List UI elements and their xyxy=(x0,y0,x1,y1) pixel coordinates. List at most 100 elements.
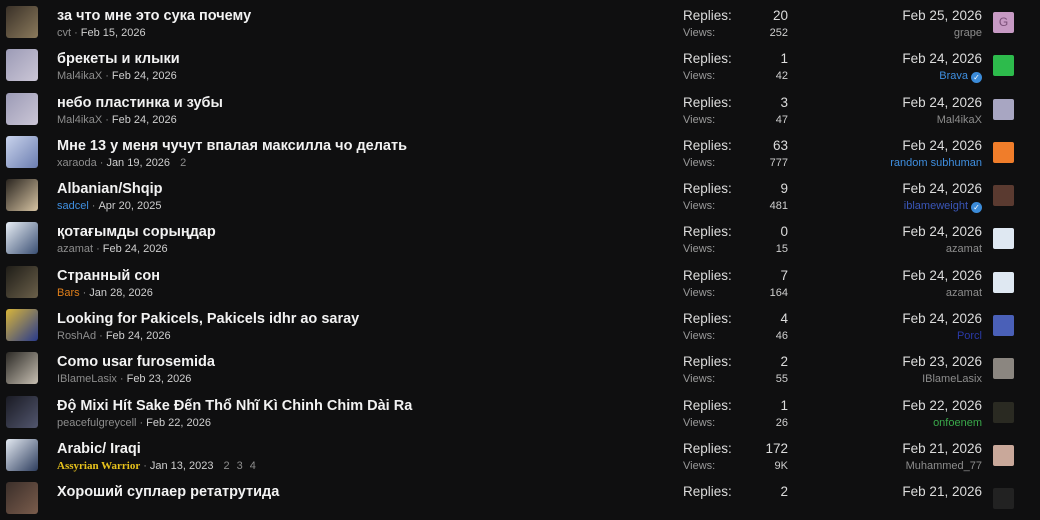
thread-row: за что мне это сука почему cvt · Feb 15, 20… xyxy=(0,0,1040,43)
last-post-date-link[interactable]: Feb 24, 2026 xyxy=(902,268,982,283)
thread-title-link[interactable]: Độ Mixi Hít Sake Đến Thổ Nhĩ Kì Chinh Ch… xyxy=(57,398,412,414)
meta-separator: · xyxy=(96,243,100,256)
last-poster-link[interactable]: IBlameLasix xyxy=(922,373,982,385)
author-avatar[interactable] xyxy=(6,6,38,38)
thread-author-link[interactable]: IBlameLasix xyxy=(57,373,117,385)
author-avatar[interactable] xyxy=(6,49,38,82)
last-post-date-link[interactable]: Feb 23, 2026 xyxy=(902,354,982,369)
views-label: Views: xyxy=(683,286,716,299)
views-count: 481 xyxy=(769,200,788,213)
views-count: 42 xyxy=(775,70,788,83)
thread-title-link[interactable]: қотағымды сорыңдар xyxy=(57,224,216,240)
thread-title-link[interactable]: небо пластинка и зубы xyxy=(57,95,223,111)
thread-author-link[interactable]: peacefulgreycell xyxy=(57,417,137,429)
last-post-date-link[interactable]: Feb 21, 2026 xyxy=(902,484,982,499)
thread-author-link[interactable]: azamat xyxy=(57,243,93,255)
last-poster-avatar[interactable] xyxy=(993,55,1014,77)
thread-author-link[interactable]: xaraoda xyxy=(57,157,97,169)
last-poster-name: azamat xyxy=(945,286,982,299)
page-link[interactable]: 2 xyxy=(224,460,230,472)
thread-title-link[interactable]: за что мне это сука почему xyxy=(57,8,251,24)
last-post-date-link[interactable]: Feb 24, 2026 xyxy=(902,311,982,326)
thread-author-link[interactable]: sadcel xyxy=(57,200,89,212)
thread-title-link[interactable]: Arabic/ Iraqi xyxy=(57,441,141,457)
replies-label: Replies: xyxy=(683,484,732,500)
last-poster-avatar[interactable] xyxy=(993,358,1014,380)
replies-label: Replies: xyxy=(683,8,732,23)
views-label: Views: xyxy=(683,113,716,126)
last-poster-avatar[interactable] xyxy=(993,271,1014,293)
author-avatar[interactable] xyxy=(6,309,38,342)
page-links: 234 xyxy=(224,460,263,472)
thread-start-date: Feb 24, 2026 xyxy=(105,330,171,343)
last-poster-avatar[interactable] xyxy=(993,185,1014,207)
last-post-date-link[interactable]: Feb 22, 2026 xyxy=(902,398,982,413)
thread-author-link[interactable]: Mal4ikaX xyxy=(57,70,102,82)
page-link[interactable]: 2 xyxy=(180,157,186,169)
author-avatar[interactable] xyxy=(6,222,38,255)
author-avatar[interactable] xyxy=(6,92,38,125)
author-avatar[interactable] xyxy=(6,265,38,298)
last-post-date-link[interactable]: Feb 24, 2026 xyxy=(902,181,982,196)
last-post-date-link[interactable]: Feb 21, 2026 xyxy=(902,441,982,456)
last-poster-avatar[interactable]: G xyxy=(993,12,1014,33)
last-post-date-link[interactable]: Feb 24, 2026 xyxy=(902,51,982,66)
thread-author-link[interactable]: RoshAd xyxy=(57,330,96,342)
thread-title-link[interactable]: Albanian/Shqip xyxy=(57,181,163,197)
meta-separator: · xyxy=(99,156,104,169)
views-count: 777 xyxy=(769,156,788,169)
thread-row: Arabic/ Iraqi Assyrian Warrior · Jan 13, 20… xyxy=(0,433,1040,476)
last-poster-link[interactable]: iblameweight ✓ xyxy=(904,200,982,214)
last-post-date-link[interactable]: Feb 25, 2026 xyxy=(902,8,982,23)
author-avatar[interactable] xyxy=(6,438,38,471)
page-link[interactable]: 4 xyxy=(250,460,256,472)
meta-separator: · xyxy=(91,200,96,213)
thread-author-link[interactable]: cvt xyxy=(57,27,71,39)
last-poster-avatar[interactable] xyxy=(993,141,1014,163)
author-avatar[interactable] xyxy=(6,179,38,212)
author-avatar[interactable] xyxy=(6,395,38,428)
author-avatar[interactable] xyxy=(6,135,38,168)
thread-title-link[interactable]: Странный сон xyxy=(57,268,160,284)
last-poster-link[interactable]: Mal4ikaX xyxy=(937,114,982,126)
last-poster-avatar[interactable] xyxy=(993,444,1014,466)
last-poster-link[interactable]: onfoenem xyxy=(933,417,982,429)
views-count: 55 xyxy=(775,373,788,386)
thread-title-link[interactable]: Мне 13 у меня чучут впалая максилла чо д… xyxy=(57,138,407,154)
thread-list: за что мне это сука почему cvt · Feb 15, 20… xyxy=(0,0,1040,520)
author-avatar[interactable] xyxy=(6,482,38,515)
last-poster-link[interactable]: Porcl xyxy=(957,330,982,342)
thread-start-date: Jan 28, 2026 xyxy=(89,286,153,299)
replies-count: 1 xyxy=(780,51,788,67)
last-poster-avatar[interactable] xyxy=(993,98,1014,120)
replies-count: 2 xyxy=(780,354,788,370)
replies-count: 172 xyxy=(765,440,788,456)
last-poster-link[interactable]: grape xyxy=(954,27,982,39)
page-link[interactable]: 3 xyxy=(237,460,243,472)
thread-title-link[interactable]: Looking for Pakicels, Pakicels idhr ao s… xyxy=(57,311,359,327)
last-poster-name: Muhammed_77 xyxy=(905,459,982,472)
last-poster-avatar[interactable] xyxy=(993,401,1014,423)
thread-author-link[interactable]: Mal4ikaX xyxy=(57,114,102,126)
thread-title-link[interactable]: Хороший суплаер ретатрутида xyxy=(57,484,279,500)
last-post-date-link[interactable]: Feb 24, 2026 xyxy=(902,224,982,239)
last-post-date-link[interactable]: Feb 24, 2026 xyxy=(902,138,982,153)
thread-title-link[interactable]: брекеты и клыки xyxy=(57,51,180,67)
replies-count: 4 xyxy=(780,311,788,327)
last-poster-avatar[interactable] xyxy=(993,488,1014,510)
thread-row: Albanian/Shqip sadcel · Apr 20, 2025 Replies… xyxy=(0,173,1040,216)
thread-meta: IBlameLasix · Feb 23, 2026 xyxy=(57,373,191,385)
last-poster-link[interactable]: azamat xyxy=(946,243,982,255)
replies-count: 7 xyxy=(780,267,788,283)
last-poster-avatar[interactable] xyxy=(993,315,1014,337)
author-avatar[interactable] xyxy=(6,352,38,385)
thread-author-link[interactable]: Bars xyxy=(57,287,80,299)
last-poster-link[interactable]: Brava ✓ xyxy=(939,70,982,84)
last-post-date-link[interactable]: Feb 24, 2026 xyxy=(902,95,982,110)
last-poster-avatar[interactable] xyxy=(993,228,1014,250)
thread-author-link[interactable]: Assyrian Warrior xyxy=(57,460,140,472)
last-poster-link[interactable]: random subhuman xyxy=(890,157,982,169)
last-poster-link[interactable]: Muhammed_77 xyxy=(906,460,982,472)
last-poster-link[interactable]: azamat xyxy=(946,287,982,299)
thread-title-link[interactable]: Como usar furosemida xyxy=(57,354,215,370)
